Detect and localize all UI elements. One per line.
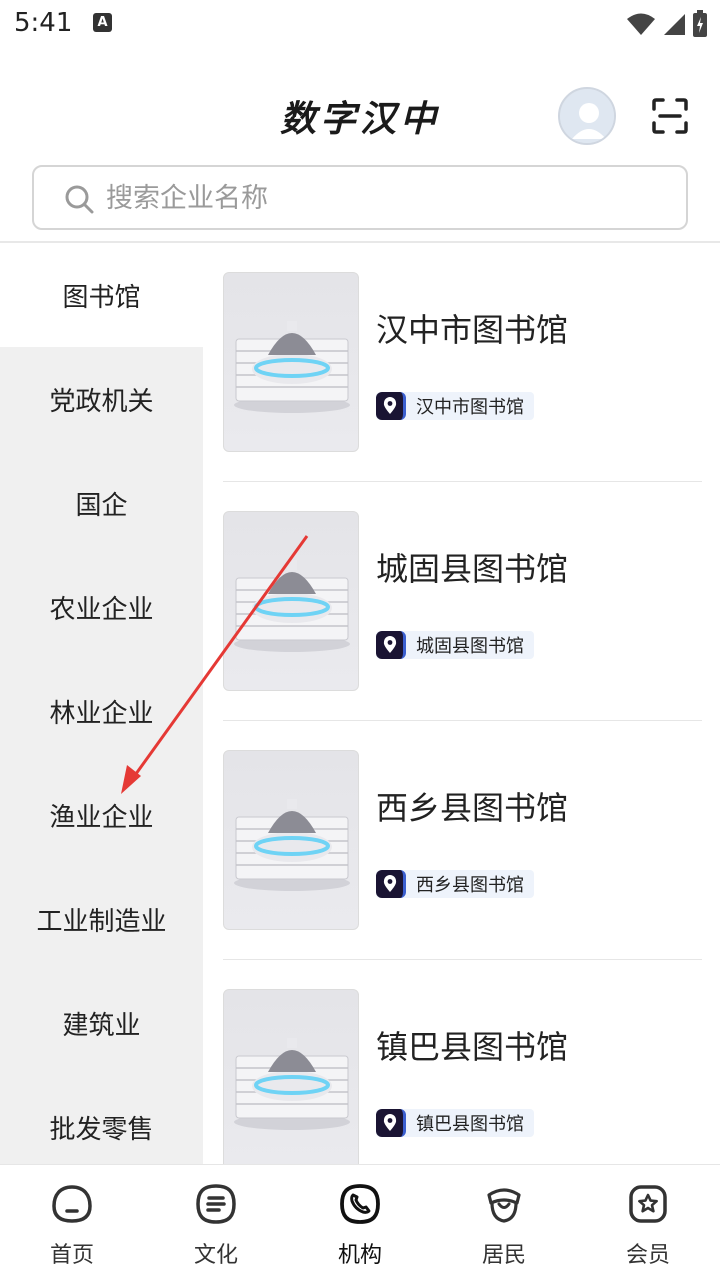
library-title: 镇巴县图书馆: [376, 1028, 569, 1066]
scan-icon: [652, 98, 688, 134]
location-text: 城固县图书馆: [416, 636, 524, 657]
culture-icon: [196, 1184, 236, 1224]
bottom-nav: 首页 文化 机构 居民 会员: [0, 1164, 720, 1280]
library-thumbnail: [223, 750, 359, 930]
status-bar: 5:41 A: [0, 0, 720, 50]
library-building-icon: [234, 321, 350, 413]
location-pin-icon: [376, 392, 406, 420]
wifi-icon: [627, 13, 655, 35]
member-icon: [629, 1185, 667, 1223]
list-item[interactable]: 城固县图书馆 城固县图书馆: [203, 482, 720, 721]
library-title: 西乡县图书馆: [376, 789, 569, 827]
notification-icon: A: [93, 13, 112, 32]
location-text: 汉中市图书馆: [416, 397, 524, 418]
home-icon: [52, 1185, 92, 1223]
library-title: 汉中市图书馆: [376, 311, 569, 349]
sidebar-item-label: 建筑业: [62, 1010, 141, 1041]
nav-label: 文化: [193, 1243, 238, 1268]
nav-label: 会员: [625, 1243, 670, 1268]
list-item[interactable]: 汉中市图书馆 汉中市图书馆: [203, 243, 720, 482]
category-sidebar: 图书馆 党政机关 国企 农业企业 林业企业 渔业企业 工业制造业 建筑业 批发零…: [0, 243, 203, 1164]
library-thumbnail: [223, 511, 359, 691]
battery-icon: [693, 10, 707, 37]
sidebar-item-wholesale-retail[interactable]: 批发零售: [0, 1075, 203, 1164]
location-pin-icon: [376, 870, 406, 898]
sidebar-item-label: 林业企业: [49, 698, 154, 729]
search-icon: [65, 185, 94, 214]
sidebar-item-state-enterprise[interactable]: 国企: [0, 451, 203, 555]
institution-icon: [340, 1184, 380, 1224]
location-tag: 城固县图书馆: [376, 631, 534, 659]
location-tag: 西乡县图书馆: [376, 870, 534, 898]
sidebar-item-label: 图书馆: [62, 282, 141, 313]
status-icons: [626, 10, 708, 38]
location-text: 镇巴县图书馆: [416, 1114, 524, 1135]
status-time: 5:41: [14, 8, 73, 38]
nav-label: 居民: [481, 1243, 526, 1268]
library-thumbnail: [223, 989, 359, 1164]
library-building-icon: [234, 560, 350, 652]
library-thumbnail: [223, 272, 359, 452]
sidebar-item-label: 批发零售: [49, 1114, 154, 1145]
sidebar-item-party-government[interactable]: 党政机关: [0, 347, 203, 451]
sidebar-item-library[interactable]: 图书馆: [0, 243, 203, 347]
nav-culture[interactable]: 文化: [144, 1165, 288, 1280]
sidebar-item-label: 国企: [75, 490, 128, 521]
location-text: 西乡县图书馆: [416, 875, 524, 896]
sidebar-item-label: 渔业企业: [49, 802, 154, 833]
sidebar-item-forestry[interactable]: 林业企业: [0, 659, 203, 763]
avatar[interactable]: [558, 87, 616, 145]
nav-label: 机构: [337, 1243, 382, 1268]
location-pin-icon: [376, 631, 406, 659]
sidebar-item-label: 工业制造业: [36, 906, 167, 937]
signal-icon: [664, 14, 685, 35]
sidebar-item-fishery[interactable]: 渔业企业: [0, 763, 203, 867]
nav-home[interactable]: 首页: [0, 1165, 144, 1280]
app-header: 数字汉中: [0, 80, 720, 160]
location-tag: 镇巴县图书馆: [376, 1109, 534, 1137]
sidebar-item-agriculture[interactable]: 农业企业: [0, 555, 203, 659]
nav-institution[interactable]: 机构: [288, 1165, 432, 1280]
library-list: 汉中市图书馆 汉中市图书馆 城固县图书馆 城固县图书馆 西乡县图书馆 西乡县图书…: [203, 243, 720, 1164]
list-item[interactable]: 西乡县图书馆 西乡县图书馆: [203, 721, 720, 960]
library-title: 城固县图书馆: [376, 550, 569, 588]
location-tag: 汉中市图书馆: [376, 392, 534, 420]
library-building-icon: [234, 799, 350, 891]
sidebar-item-label: 农业企业: [49, 594, 154, 625]
location-pin-icon: [376, 1109, 406, 1137]
nav-resident[interactable]: 居民: [432, 1165, 576, 1280]
list-item[interactable]: 镇巴县图书馆 镇巴县图书馆: [203, 960, 720, 1164]
library-building-icon: [234, 1038, 350, 1130]
sidebar-item-manufacturing[interactable]: 工业制造业: [0, 867, 203, 971]
search-bar[interactable]: [32, 165, 688, 230]
sidebar-item-label: 党政机关: [49, 386, 154, 417]
nav-label: 首页: [49, 1243, 94, 1268]
sidebar-item-construction[interactable]: 建筑业: [0, 971, 203, 1075]
resident-icon: [487, 1188, 521, 1223]
search-input[interactable]: [106, 177, 666, 219]
nav-member[interactable]: 会员: [576, 1165, 720, 1280]
scan-button[interactable]: [650, 96, 690, 136]
